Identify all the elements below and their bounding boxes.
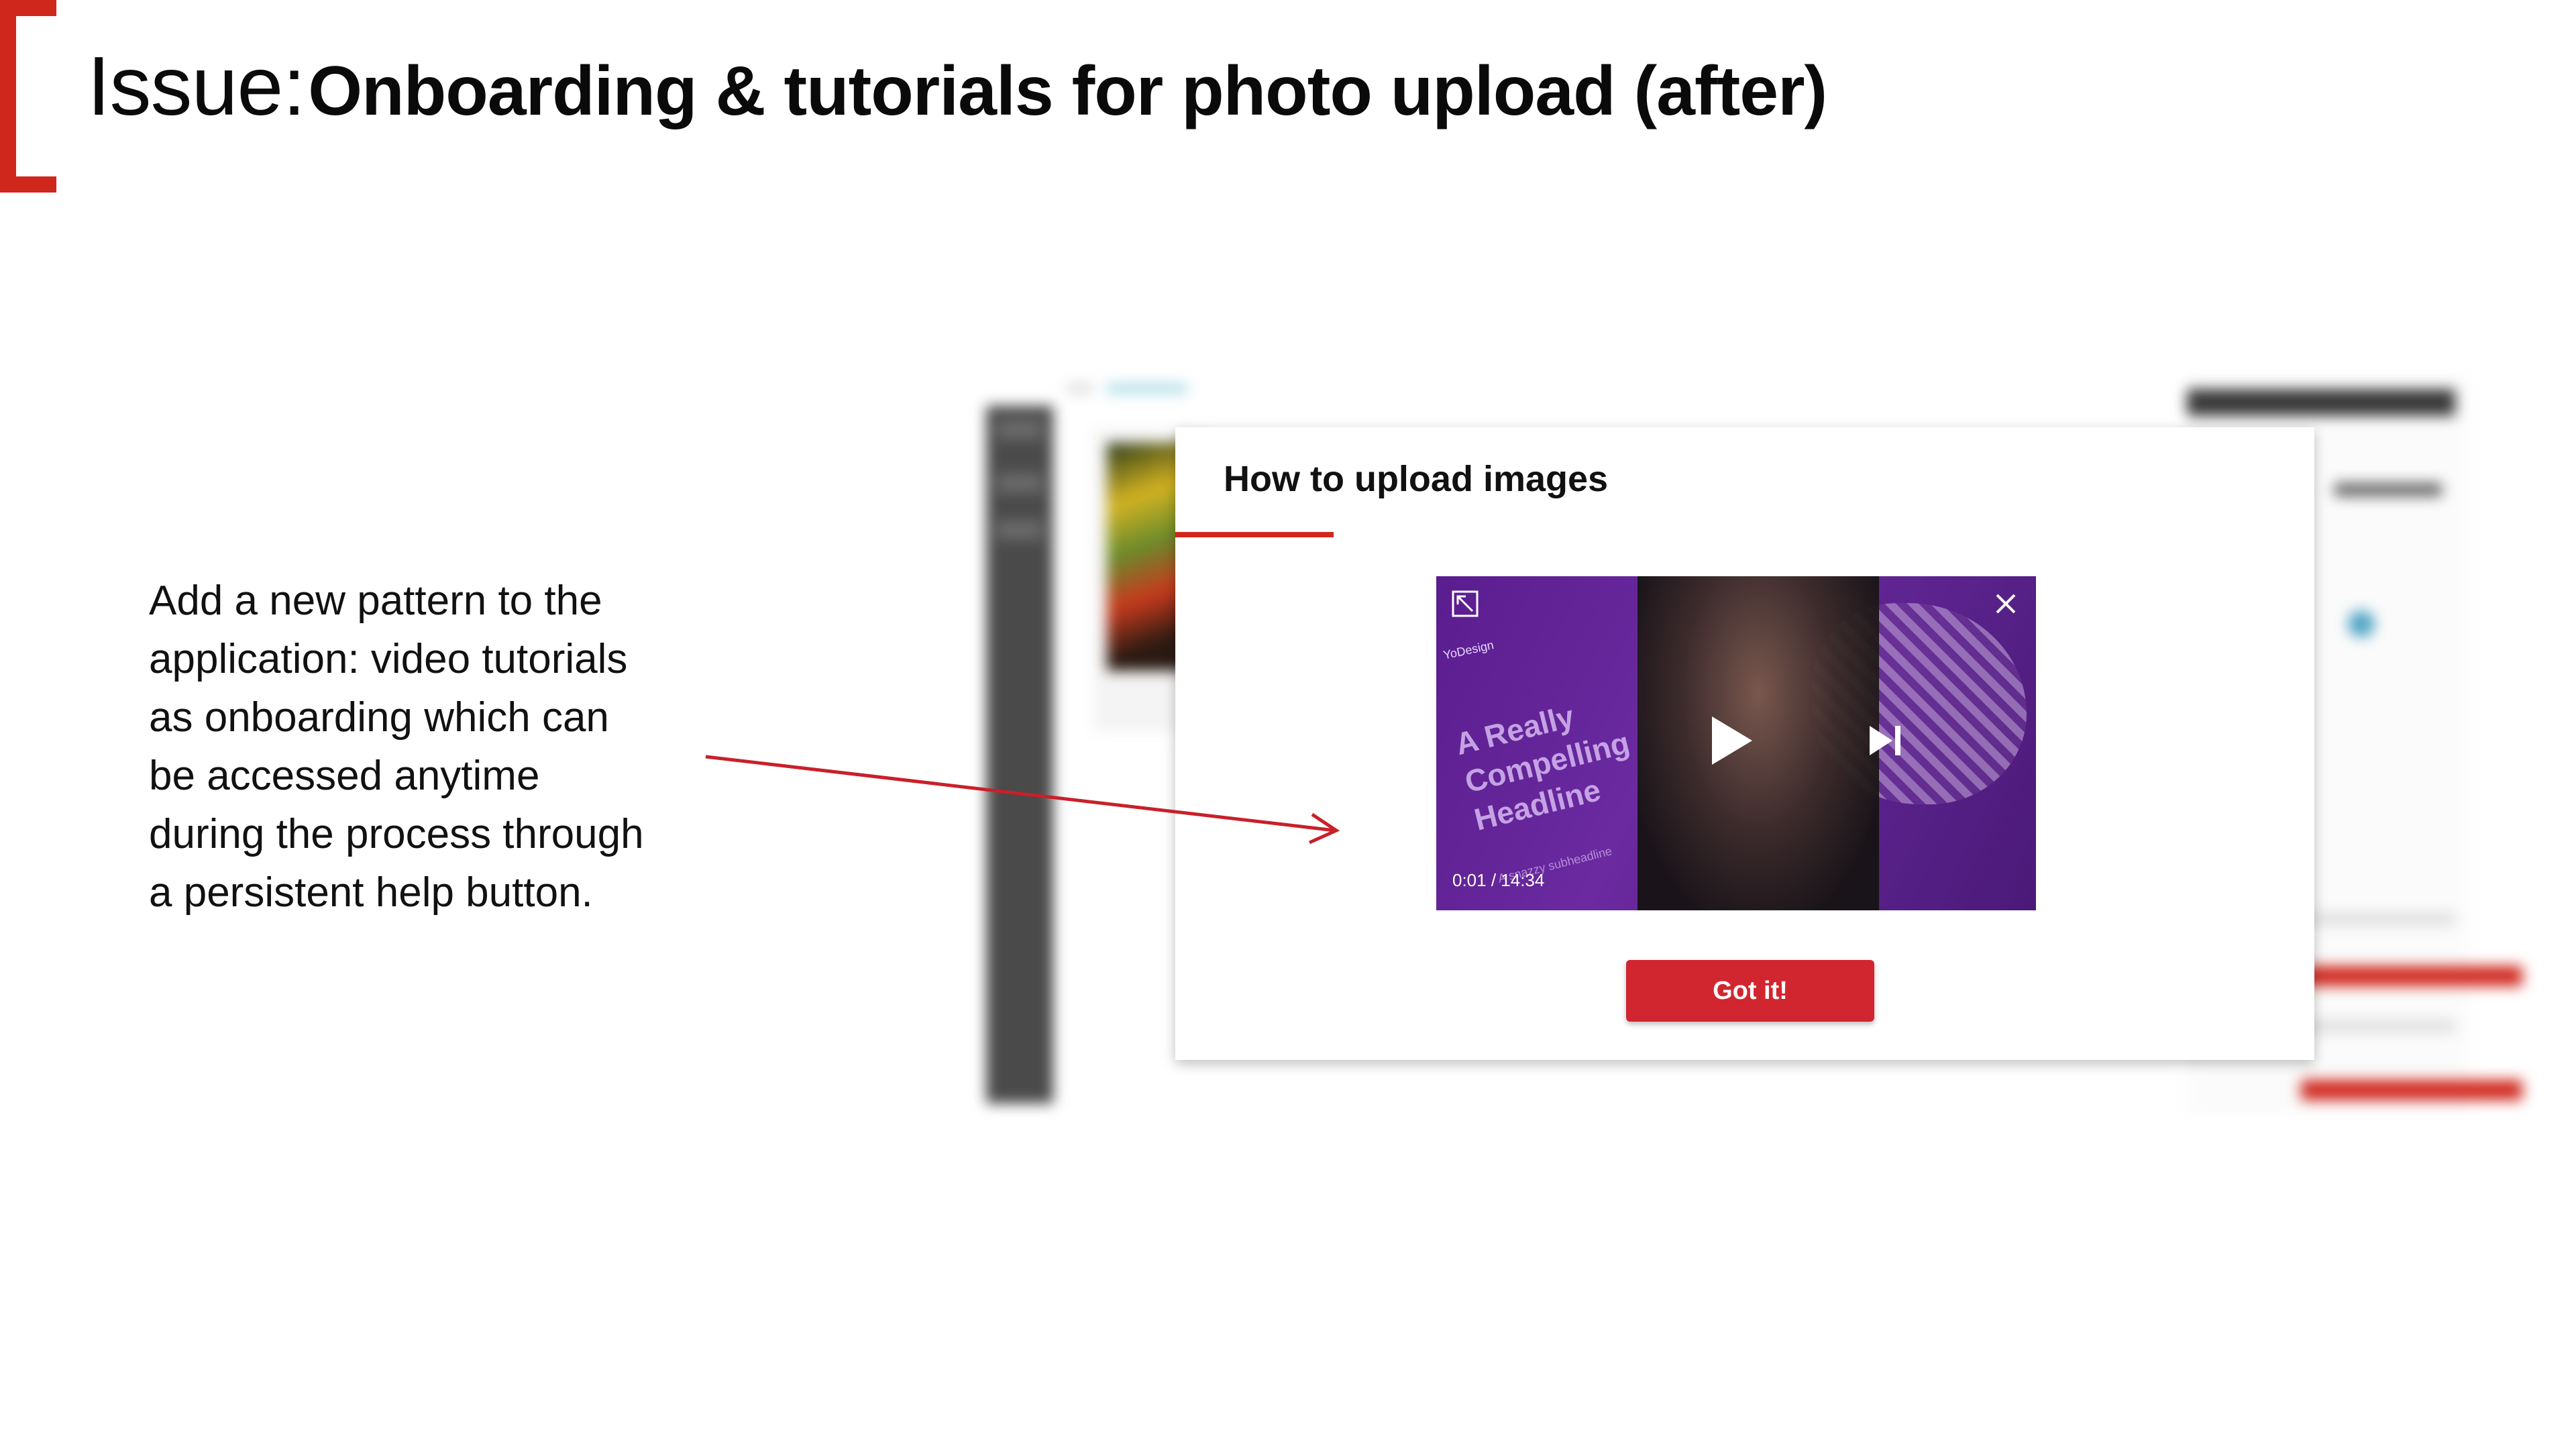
- title-rest: Onboarding & tutorials for photo upload …: [308, 52, 1827, 130]
- title-lead: Issue:: [87, 40, 306, 133]
- title-underline: [1175, 532, 1334, 537]
- slide-title: Issue: Onboarding & tutorials for photo …: [87, 39, 1827, 134]
- play-icon[interactable]: [1708, 714, 1755, 767]
- description-line: a persistent help button.: [149, 869, 593, 916]
- close-icon[interactable]: [1992, 590, 2020, 618]
- breadcrumb: [1067, 384, 1268, 397]
- tutorial-modal: How to upload images YoDesign A Really C…: [1175, 427, 2314, 1060]
- app-sidebar: [986, 406, 1053, 1104]
- description-line: application: video tutorials: [149, 636, 628, 682]
- got-it-button[interactable]: Got it!: [1626, 960, 1874, 1022]
- video-time: 0:01 / 14:34: [1452, 870, 1545, 890]
- video-headline: A Really Compelling Headline: [1452, 685, 1643, 839]
- slide-description: Add a new pattern to the application: vi…: [149, 572, 726, 922]
- description-line: Add a new pattern to the: [149, 578, 602, 624]
- modal-title: How to upload images: [1224, 459, 1609, 499]
- tutorial-video-player[interactable]: YoDesign A Really Compelling Headline A …: [1436, 576, 2036, 910]
- skip-next-icon[interactable]: [1866, 720, 1906, 761]
- video-presenter: [1638, 576, 1879, 910]
- video-brand-text: YoDesign: [1442, 638, 1495, 662]
- expand-icon[interactable]: [1451, 590, 1479, 618]
- accent-bracket: [0, 0, 56, 193]
- description-line: during the process through: [149, 811, 644, 857]
- description-line: as onboarding which can: [149, 694, 609, 741]
- description-line: be accessed anytime: [149, 753, 540, 799]
